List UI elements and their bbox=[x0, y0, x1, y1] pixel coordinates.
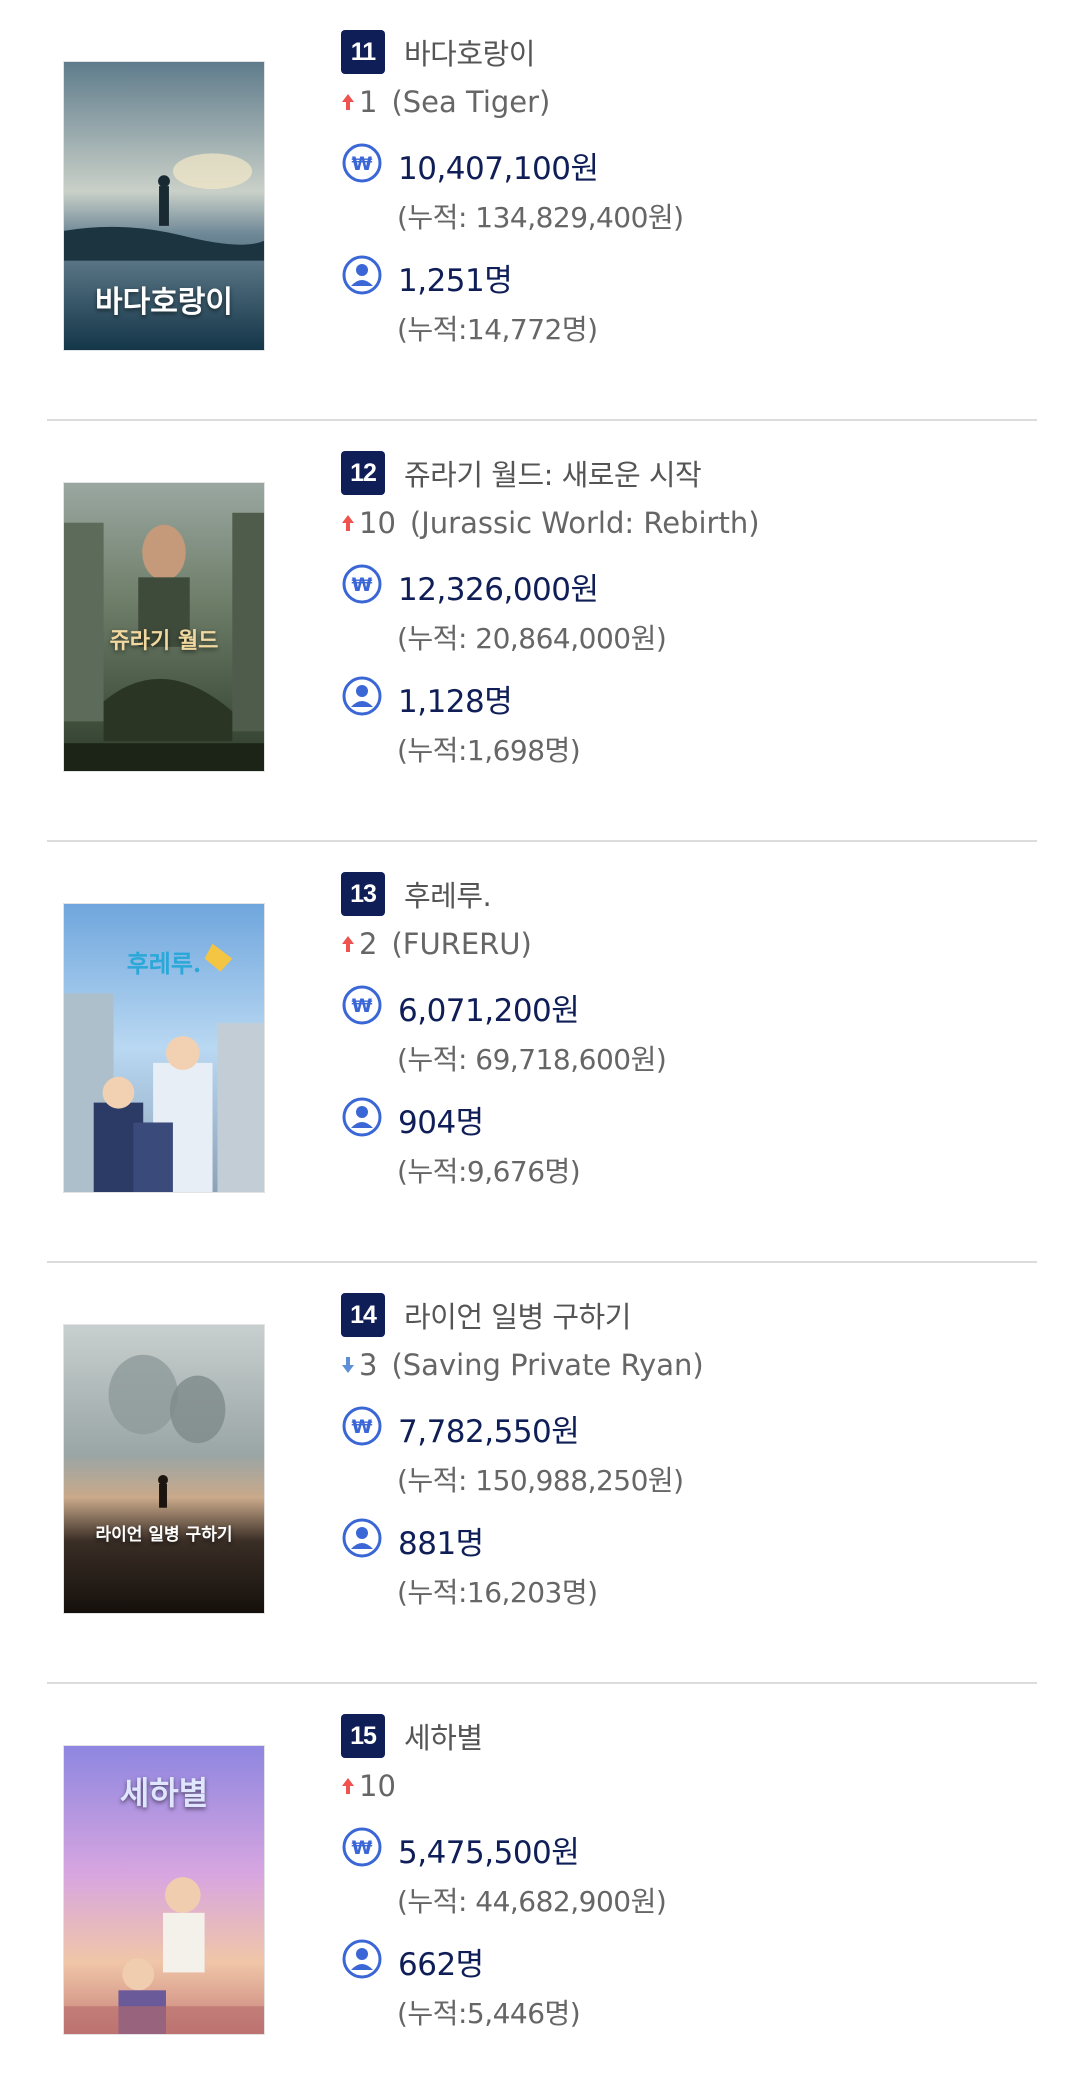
svg-text:₩: ₩ bbox=[352, 1837, 373, 1859]
rank-change-value: 3 bbox=[359, 1348, 378, 1382]
daily-audience: 881명 bbox=[398, 1525, 484, 1562]
movie-title-ko[interactable]: 바다호랑이 bbox=[404, 31, 535, 73]
won-coin-icon: ₩ bbox=[341, 142, 383, 188]
rank-change: 10 bbox=[339, 1766, 410, 1806]
rank-badge: 14 bbox=[341, 1293, 385, 1337]
arrow-up-icon bbox=[339, 512, 357, 534]
movie-item[interactable]: 후레루. 13 후레루. 2 (FURERU) ₩ 6,071,200원 (누적… bbox=[0, 842, 1073, 1262]
movie-title-ko[interactable]: 라이언 일병 구하기 bbox=[404, 1294, 631, 1336]
total-audience: (누적:5,446명) bbox=[397, 1997, 581, 2030]
poster-title-text: 후레루. bbox=[126, 949, 202, 978]
movie-title-en: (FURERU) bbox=[391, 927, 532, 961]
total-audience: (누적:1,698명) bbox=[397, 734, 581, 767]
total-sales: (누적: 44,682,900원) bbox=[397, 1885, 667, 1918]
person-icon bbox=[341, 675, 383, 721]
rank-badge: 11 bbox=[341, 30, 385, 74]
rank-change-value: 10 bbox=[359, 506, 396, 540]
daily-audience: 1,128명 bbox=[398, 683, 513, 720]
person-icon bbox=[341, 1096, 383, 1142]
svg-text:₩: ₩ bbox=[352, 153, 373, 175]
rank-change: 1 (Sea Tiger) bbox=[339, 82, 550, 122]
total-audience: (누적:14,772명) bbox=[397, 313, 598, 346]
poster-title-text: 라이언 일병 구하기 bbox=[95, 1525, 233, 1545]
daily-sales: 7,782,550원 bbox=[398, 1413, 580, 1450]
total-sales: (누적: 134,829,400원) bbox=[397, 201, 684, 234]
daily-sales: 6,071,200원 bbox=[398, 992, 580, 1029]
rank-change: 2 (FURERU) bbox=[339, 924, 532, 964]
won-coin-icon: ₩ bbox=[341, 563, 383, 609]
daily-sales: 12,326,000원 bbox=[398, 571, 599, 608]
svg-text:₩: ₩ bbox=[352, 995, 373, 1017]
rank-badge: 12 bbox=[341, 451, 385, 495]
total-sales: (누적: 69,718,600원) bbox=[397, 1043, 667, 1076]
daily-audience: 904명 bbox=[398, 1104, 484, 1141]
total-audience: (누적:9,676명) bbox=[397, 1155, 581, 1188]
movie-title-en: (Saving Private Ryan) bbox=[391, 1348, 704, 1382]
arrow-up-icon bbox=[339, 1775, 357, 1797]
movie-poster[interactable]: 바다호랑이 bbox=[63, 61, 265, 351]
movie-title-ko[interactable]: 쥬라기 월드: 새로운 시작 bbox=[404, 452, 702, 494]
total-sales: (누적: 20,864,000원) bbox=[397, 622, 667, 655]
won-coin-icon: ₩ bbox=[341, 984, 383, 1030]
daily-sales: 10,407,100원 bbox=[398, 150, 599, 187]
movie-item[interactable]: 라이언 일병 구하기 14 라이언 일병 구하기 3 (Saving Priva… bbox=[0, 1263, 1073, 1683]
arrow-up-icon bbox=[339, 933, 357, 955]
rank-change: 10 (Jurassic World: Rebirth) bbox=[339, 503, 760, 543]
total-sales: (누적: 150,988,250원) bbox=[397, 1464, 684, 1497]
movie-poster[interactable]: 쥬라기 월드 bbox=[63, 482, 265, 772]
won-coin-icon: ₩ bbox=[341, 1826, 383, 1872]
movie-poster[interactable]: 라이언 일병 구하기 bbox=[63, 1324, 265, 1614]
movie-item[interactable]: 바다호랑이 11 바다호랑이 1 (Sea Tiger) ₩ 10,407,10… bbox=[0, 0, 1073, 420]
movie-title-ko[interactable]: 후레루. bbox=[404, 873, 492, 915]
movie-item[interactable]: 세하별 15 세하별 10 ₩ 5,475,500원 (누적: 44,682,9… bbox=[0, 1684, 1073, 2075]
movie-title-en: (Sea Tiger) bbox=[391, 85, 551, 119]
poster-title-text: 세하별 bbox=[119, 1774, 209, 1812]
movie-title-en: (Jurassic World: Rebirth) bbox=[409, 506, 760, 540]
arrow-down-icon bbox=[339, 1354, 357, 1376]
rank-change-value: 10 bbox=[359, 1769, 396, 1803]
rank-badge: 13 bbox=[341, 872, 385, 916]
rank-badge: 15 bbox=[341, 1714, 385, 1758]
rank-change-value: 2 bbox=[359, 927, 378, 961]
movie-title-ko[interactable]: 세하별 bbox=[404, 1715, 483, 1757]
person-icon bbox=[341, 254, 383, 300]
svg-text:₩: ₩ bbox=[352, 574, 373, 596]
arrow-up-icon bbox=[339, 91, 357, 113]
daily-sales: 5,475,500원 bbox=[398, 1834, 580, 1871]
rank-change: 3 (Saving Private Ryan) bbox=[339, 1345, 704, 1385]
poster-title-text: 바다호랑이 bbox=[95, 285, 233, 320]
movie-poster[interactable]: 세하별 bbox=[63, 1745, 265, 2035]
poster-title-text: 쥬라기 월드 bbox=[109, 628, 219, 654]
movie-poster[interactable]: 후레루. bbox=[63, 903, 265, 1193]
daily-audience: 662명 bbox=[398, 1946, 484, 1983]
rank-change-value: 1 bbox=[359, 85, 378, 119]
daily-audience: 1,251명 bbox=[398, 262, 513, 299]
movie-item[interactable]: 쥬라기 월드 12 쥬라기 월드: 새로운 시작 10 (Jurassic Wo… bbox=[0, 421, 1073, 841]
person-icon bbox=[341, 1938, 383, 1984]
total-audience: (누적:16,203명) bbox=[397, 1576, 598, 1609]
won-coin-icon: ₩ bbox=[341, 1405, 383, 1451]
svg-text:₩: ₩ bbox=[352, 1416, 373, 1438]
person-icon bbox=[341, 1517, 383, 1563]
